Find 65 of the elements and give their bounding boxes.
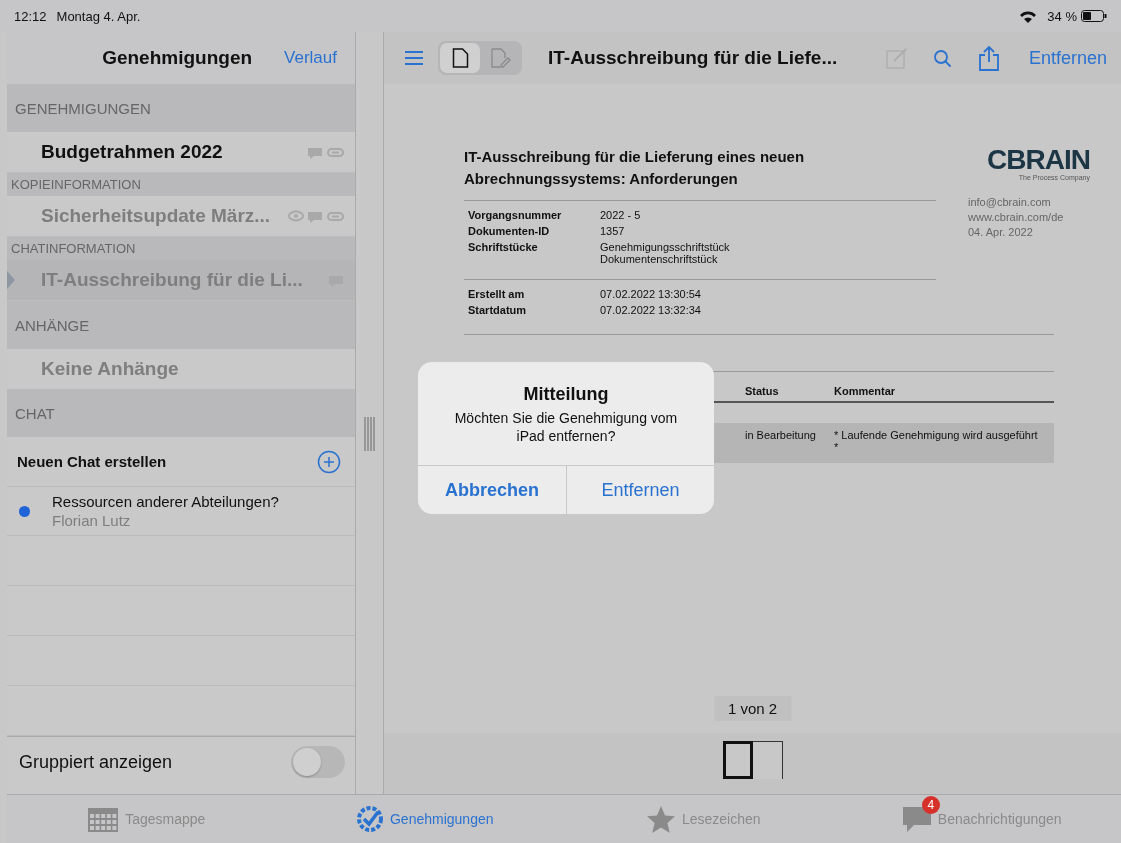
contact-line: 04. Apr. 2022 xyxy=(968,225,1034,240)
dialog-message: Möchten Sie die Genehmigung vom iPad entfernen? xyxy=(453,409,679,445)
tab-bar-item[interactable]: Tagesmappe xyxy=(7,795,286,843)
tab-bar-item[interactable]: 4 Benachrichtigungen xyxy=(842,795,1121,843)
share-icon xyxy=(977,45,1000,71)
contact-line: info@cbrain.com xyxy=(968,195,1052,210)
calendar-icon xyxy=(87,805,120,833)
star-icon xyxy=(645,804,676,834)
field-label: Erstellt am xyxy=(468,288,526,300)
grouping-label: Gruppiert anzeigen xyxy=(19,751,173,773)
field-value: Genehmigungsschriftstück Dokumentenschriftstück xyxy=(600,241,731,265)
approval-list-item[interactable]: IT-Ausschreibung für die Li... xyxy=(7,260,355,301)
check-badge-icon xyxy=(356,805,384,833)
grouping-switch[interactable] xyxy=(291,746,345,778)
field-label: Schriftstücke xyxy=(468,241,539,255)
wifi-icon xyxy=(1019,9,1038,23)
chat-author: Florian Lutz xyxy=(52,512,132,529)
empty-message: Keine Anhänge xyxy=(40,357,180,381)
company-logo: CBRAIN xyxy=(987,146,1090,174)
menu-icon[interactable] xyxy=(404,50,424,66)
contact-line: www.cbrain.com/de xyxy=(968,210,1065,225)
search-icon xyxy=(933,48,953,68)
section-header: CHATINFORMATION xyxy=(7,237,355,260)
add-icon[interactable] xyxy=(317,449,341,474)
cancel-button[interactable]: Abbrechen xyxy=(418,466,566,514)
sidebar-title: Genehmigungen xyxy=(102,47,253,69)
resize-handle-icon xyxy=(364,416,375,451)
section-header: KOPIEINFORMATION xyxy=(7,173,355,196)
selection-arrow-icon xyxy=(7,271,15,289)
section-header: GENEHMIGUNGEN xyxy=(7,84,355,132)
field-value: 2022 - 5 xyxy=(600,209,642,221)
field-label: Startdatum xyxy=(468,304,528,316)
confirm-button[interactable]: Entfernen xyxy=(566,466,714,514)
history-link[interactable]: Verlauf xyxy=(284,48,337,68)
chat-thread[interactable]: Ressourcen anderer Abteilungen? Florian Lutz xyxy=(7,487,355,536)
field-value: 07.02.2022 13:32:34 xyxy=(600,304,702,316)
edit-document-icon xyxy=(489,47,511,69)
section-header: ANHÄNGE xyxy=(7,301,355,349)
table-cell-text: * Laufende Genehmigung wird ausgeführt * xyxy=(834,429,1039,453)
document-icon xyxy=(451,47,469,69)
battery-level: 34 % xyxy=(1047,8,1077,24)
table-cell-text: in Bearbeitung xyxy=(745,429,817,443)
column-header: Kommentar xyxy=(834,385,897,397)
new-chat-label: Neuen Chat erstellen xyxy=(17,453,167,470)
field-value: 1357 xyxy=(600,225,626,237)
field-value: 07.02.2022 13:30:54 xyxy=(600,288,702,300)
battery-icon xyxy=(1081,10,1107,22)
tab-bar-item[interactable]: Genehmigungen xyxy=(285,795,564,843)
section-header: CHAT xyxy=(7,389,355,437)
tab-bar-item[interactable]: Lesezeichen xyxy=(564,795,843,843)
notification-badge: 4 xyxy=(921,796,940,814)
status-time: 12:12 xyxy=(14,8,47,24)
page-thumbnail[interactable] xyxy=(722,741,753,779)
chat-title: Ressourcen anderer Abteilungen? xyxy=(52,493,279,510)
page-indicator: 1 von 2 xyxy=(713,696,792,721)
document-title: IT-Ausschreibung für die Liefe... xyxy=(548,47,838,69)
field-label: Vorgangsnummer xyxy=(468,209,563,221)
status-date: Montag 4. Apr. xyxy=(56,8,141,24)
document-heading: IT-Ausschreibung für die Lieferung eines neuen Abrechnungssystems: Anforderungen xyxy=(464,146,936,201)
field-label: Dokumenten-ID xyxy=(468,225,551,237)
page-thumbnail[interactable] xyxy=(752,741,783,779)
document-view-tab[interactable] xyxy=(440,43,480,73)
remove-button[interactable]: Entfernen xyxy=(1028,47,1107,69)
column-header: Status xyxy=(745,385,780,397)
dialog-title: Mitteilung xyxy=(522,384,610,405)
